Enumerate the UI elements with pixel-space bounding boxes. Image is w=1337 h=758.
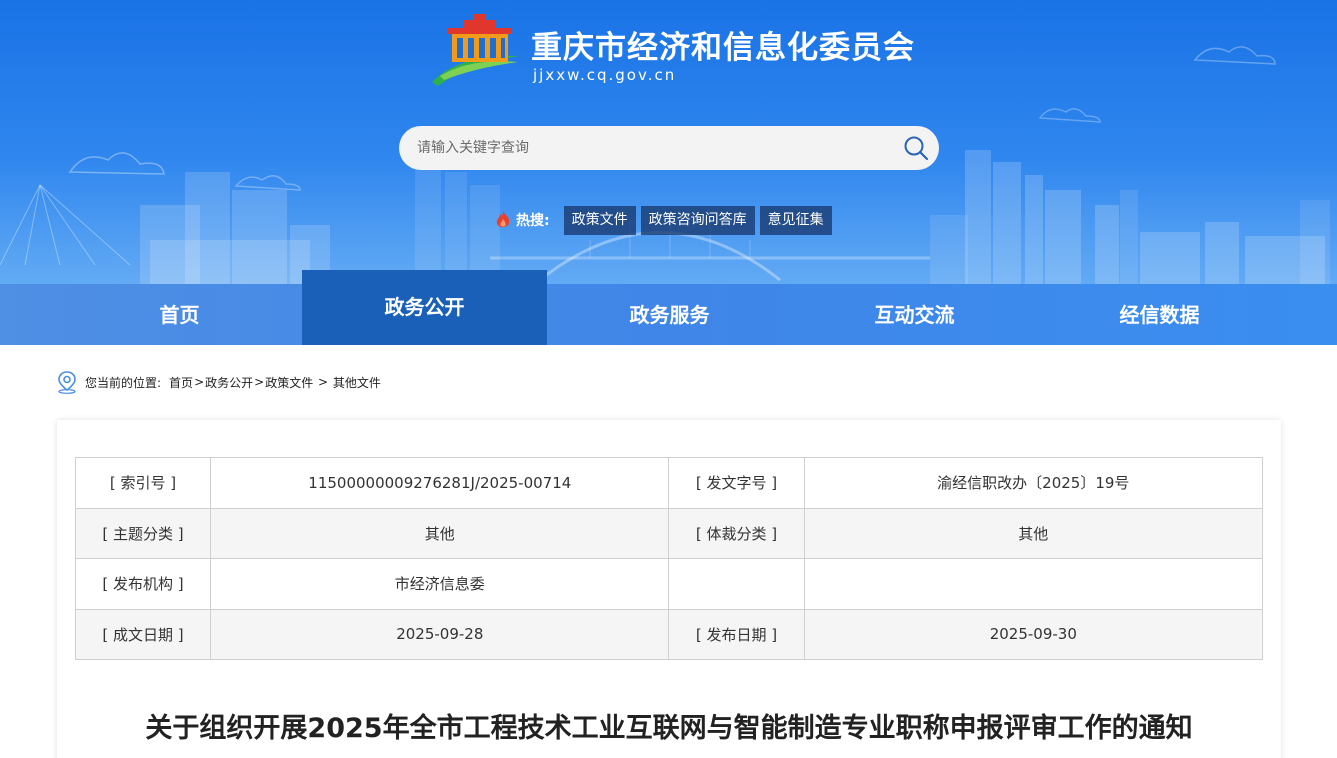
meta-row: [ 成文日期 ] 2025-09-28 [ 发布日期 ] 2025-09-30	[74, 608, 1264, 660]
header-banner: 重庆市经济和信息化委员会 jjxxw.cq.gov.cn 热搜: 政策文件 政策…	[0, 0, 1337, 284]
nav-interaction[interactable]: 互动交流	[792, 284, 1037, 345]
nav-home[interactable]: 首页	[57, 284, 302, 345]
meta-value-empty	[803, 558, 1264, 610]
hot-tag-opinion-collection[interactable]: 意见征集	[759, 205, 832, 235]
flame-icon	[496, 211, 510, 228]
meta-key-publishing-agency: [ 发布机构 ]	[74, 558, 212, 610]
meta-value-written-date: 2025-09-28	[210, 608, 670, 660]
meta-value-index-number: 11500000009276281J/2025-00714	[210, 457, 670, 509]
search-icon[interactable]	[903, 135, 929, 161]
site-title[interactable]: 重庆市经济和信息化委员会	[531, 22, 915, 67]
meta-value-genre-category: 其他	[803, 507, 1264, 559]
breadcrumb-separator: >	[254, 375, 265, 389]
nav-government-affairs-open[interactable]: 政务公开	[302, 270, 547, 345]
document-card: [ 索引号 ] 11500000009276281J/2025-00714 [ …	[57, 420, 1281, 758]
meta-key-publish-date: [ 发布日期 ]	[668, 608, 805, 660]
breadcrumb-government-affairs-open[interactable]: 政务公开	[205, 374, 253, 391]
hot-tag-policy-qa[interactable]: 政策咨询问答库	[640, 205, 755, 235]
breadcrumb-policy-files[interactable]: 政策文件	[265, 374, 313, 391]
meta-key-topic-category: [ 主题分类 ]	[74, 507, 212, 559]
nav-government-services[interactable]: 政务服务	[547, 284, 792, 345]
breadcrumb-other-files[interactable]: 其他文件	[333, 374, 381, 391]
document-title: 关于组织开展2025年全市工程技术工业互联网与智能制造专业职称申报评审工作的通知	[145, 713, 1193, 744]
document-meta-table: [ 索引号 ] 11500000009276281J/2025-00714 [ …	[74, 457, 1264, 660]
meta-row: [ 索引号 ] 11500000009276281J/2025-00714 [ …	[74, 457, 1264, 509]
breadcrumb-separator: >	[314, 375, 332, 389]
nav-economic-data[interactable]: 经信数据	[1037, 284, 1282, 345]
meta-key-empty	[668, 558, 805, 610]
breadcrumb-home[interactable]: 首页	[169, 374, 193, 391]
meta-key-document-number: [ 发文字号 ]	[668, 457, 805, 509]
meta-row: [ 发布机构 ] 市经济信息委	[74, 558, 1264, 610]
meta-row: [ 主题分类 ] 其他 [ 体裁分类 ] 其他	[74, 507, 1264, 559]
search-box	[399, 126, 939, 170]
location-pin-icon	[58, 371, 76, 394]
meta-value-publish-date: 2025-09-30	[803, 608, 1264, 660]
meta-key-written-date: [ 成文日期 ]	[74, 608, 212, 660]
search-input[interactable]	[417, 126, 877, 170]
site-domain: jjxxw.cq.gov.cn	[533, 66, 677, 84]
main-nav: 首页 政务公开 政务服务 互动交流 经信数据	[0, 270, 1337, 345]
hot-search-bar: 热搜: 政策文件 政策咨询问答库 意见征集	[494, 205, 837, 235]
hot-tag-policy-files[interactable]: 政策文件	[563, 205, 636, 235]
breadcrumb-prefix: 您当前的位置:	[85, 375, 162, 390]
breadcrumb-separator: >	[194, 375, 205, 389]
meta-key-genre-category: [ 体裁分类 ]	[668, 507, 805, 559]
meta-key-index-number: [ 索引号 ]	[74, 457, 212, 509]
meta-value-document-number: 渝经信职改办〔2025〕19号	[803, 457, 1264, 509]
hot-search-label: 热搜:	[516, 213, 550, 229]
chongqing-building-logo-icon	[432, 14, 520, 86]
meta-value-publishing-agency: 市经济信息委	[210, 558, 670, 610]
meta-value-topic-category: 其他	[210, 507, 670, 559]
breadcrumb: 您当前的位置: 首页 > 政务公开 > 政策文件 > 其他文件	[56, 370, 381, 394]
